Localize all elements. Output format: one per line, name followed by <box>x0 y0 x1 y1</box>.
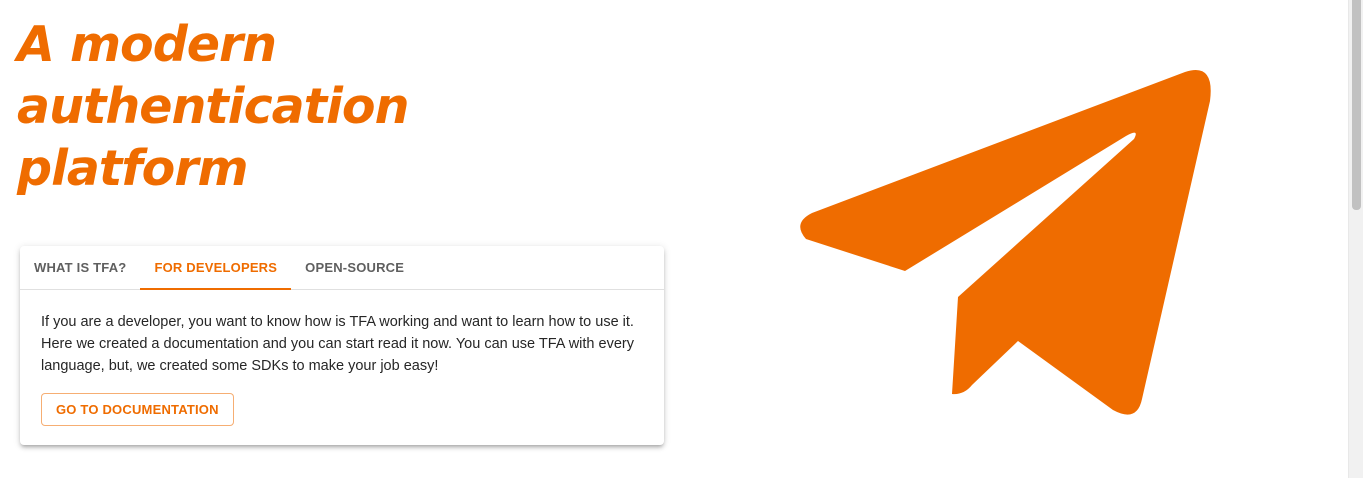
hero-title-line: authentication <box>17 78 409 135</box>
paper-plane-shape <box>800 69 1211 415</box>
hero-title-line: A modern <box>17 16 277 73</box>
page: A modern authentication platform WHAT IS… <box>0 0 1363 478</box>
hero-title-line: platform <box>17 140 249 197</box>
tab-open-source[interactable]: OPEN-SOURCE <box>291 246 418 289</box>
tab-bar: WHAT IS TFA? FOR DEVELOPERS OPEN-SOURCE <box>20 246 664 290</box>
tab-for-developers[interactable]: FOR DEVELOPERS <box>140 246 291 290</box>
info-card: WHAT IS TFA? FOR DEVELOPERS OPEN-SOURCE … <box>20 246 664 445</box>
go-to-documentation-button[interactable]: GO TO DOCUMENTATION <box>41 393 234 426</box>
hero-title: A modern authentication platform <box>17 14 437 200</box>
paper-plane-icon <box>800 69 1211 415</box>
scrollbar-thumb[interactable] <box>1352 0 1361 210</box>
tab-what-is-tfa[interactable]: WHAT IS TFA? <box>20 246 140 289</box>
panel-description: If you are a developer, you want to know… <box>41 314 634 374</box>
vertical-scrollbar[interactable] <box>1348 0 1363 478</box>
tab-panel: If you are a developer, you want to know… <box>20 290 664 426</box>
